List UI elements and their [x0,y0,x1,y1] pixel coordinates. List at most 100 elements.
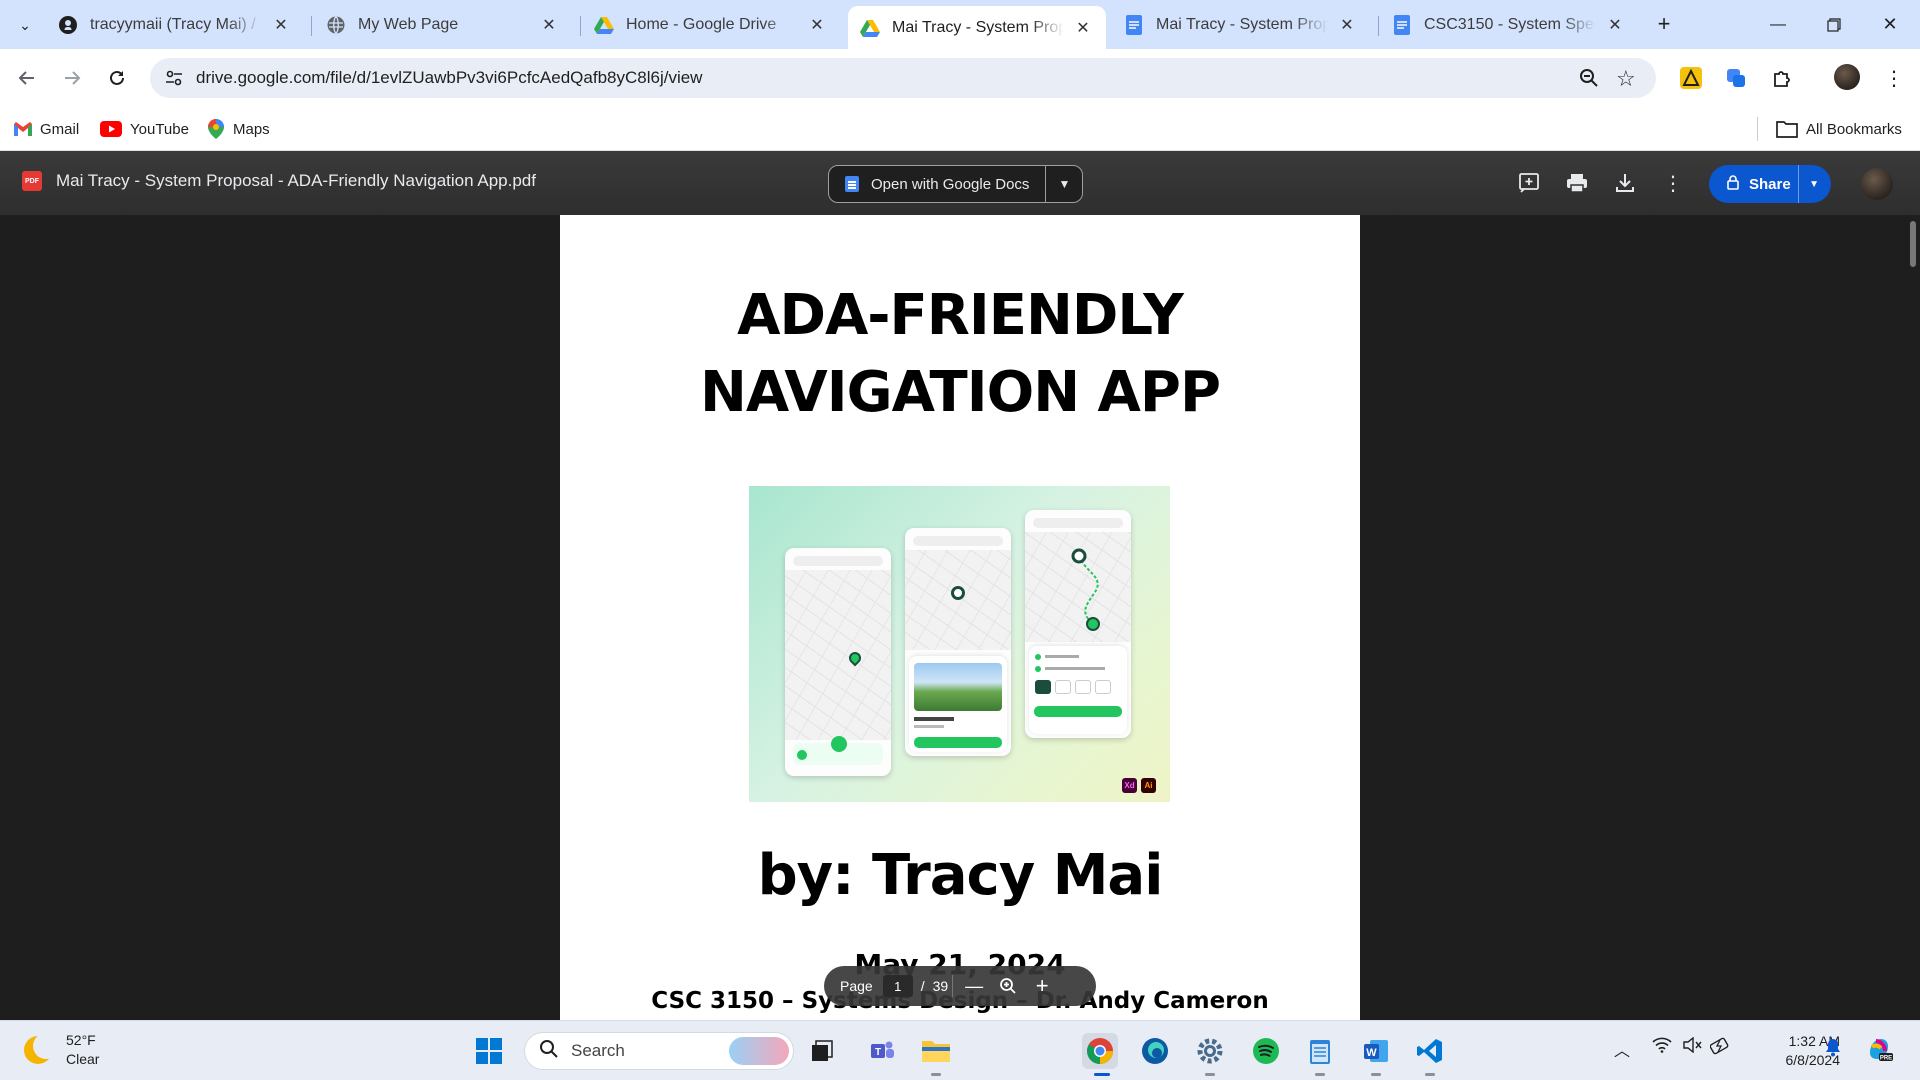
close-window-button[interactable]: ✕ [1862,0,1918,49]
show-hidden-icons-chevron[interactable]: ︿ [1614,1037,1630,1061]
profile-avatar[interactable] [1834,64,1860,90]
gmail-icon [14,120,32,138]
wifi-icon[interactable] [1652,1037,1672,1058]
google-docs-icon [1124,15,1144,35]
close-icon[interactable]: ✕ [270,14,292,36]
arrow-right-icon [65,71,81,85]
account-avatar[interactable] [1861,168,1893,200]
volume-muted-icon[interactable] [1682,1036,1702,1058]
all-bookmarks[interactable]: All Bookmarks [1776,117,1902,141]
tab-title: tracyymaii (Tracy Mai) / Ma [90,16,262,33]
close-icon[interactable]: ✕ [1336,14,1358,36]
task-view-icon[interactable] [804,1033,840,1069]
notification-bell-icon[interactable] [1824,1037,1842,1062]
chrome-icon[interactable] [1082,1033,1118,1069]
pdf-file-icon: PDF [22,171,42,191]
tab-system-proposal-pdf[interactable]: Mai Tracy - System Proposa ✕ [848,6,1106,49]
extensions-puzzle-icon[interactable] [1768,64,1796,92]
copilot-icon[interactable]: PRE [1864,1033,1894,1068]
tab-strip: ⌄ tracyymaii (Tracy Mai) / Ma ✕ My Web P… [0,0,1920,49]
tab-my-web-page[interactable]: My Web Page ✕ [314,8,572,42]
tab-title: CSC3150 - System Specific [1424,16,1596,33]
close-icon[interactable]: ✕ [806,14,828,36]
bookmark-maps[interactable]: Maps [207,117,270,141]
tab-title: Home - Google Drive [626,16,777,33]
tab-system-specification-doc[interactable]: CSC3150 - System Specific ✕ [1380,8,1638,42]
scrollbar-thumb[interactable] [1910,221,1916,267]
phone-mockup-route [1025,510,1131,738]
back-button[interactable] [10,61,44,95]
battery-charging-icon[interactable] [1709,1037,1732,1060]
close-icon[interactable]: ✕ [538,14,560,36]
bookmark-gmail[interactable]: Gmail [14,117,79,141]
taskbar-search[interactable]: Search [524,1032,794,1070]
weather-widget[interactable]: 52°F Clear [24,1031,99,1069]
windows-taskbar: 52°F Clear Search T W ︿ 1:32 AM 6/8/2024… [0,1020,1920,1080]
file-explorer-icon[interactable] [918,1033,954,1069]
teams-icon[interactable]: T [864,1033,900,1069]
more-menu-icon[interactable]: ⋮ [1880,64,1908,92]
open-with-dropdown-icon[interactable]: ▼ [1046,177,1082,191]
zoom-out-button[interactable]: — [957,976,991,997]
page-navigation-pill: Page 1 / 39 — + [824,966,1096,1006]
pdf-viewport[interactable]: ADA-FRIENDLY NAVIGATION APP Xd Ai by: Tr… [0,215,1920,1020]
viewer-scrollbar[interactable] [1906,215,1920,1020]
extension-blue-icon[interactable] [1722,64,1750,92]
tab-title: Mai Tracy - System Proposa [892,18,1064,36]
tab-system-proposal-doc[interactable]: Mai Tracy - System Proposa ✕ [1112,8,1370,42]
open-with-google-docs-button[interactable]: Open with Google Docs ▼ [828,165,1084,203]
adobe-xd-icon: Xd [1122,778,1137,793]
bookmark-star-icon[interactable]: ☆ [1616,66,1636,92]
windows-start-icon[interactable] [471,1033,507,1069]
current-page-input[interactable]: 1 [882,975,913,997]
tab-title: My Web Page [358,16,459,33]
notepad-icon[interactable] [1302,1033,1338,1069]
download-icon[interactable] [1611,169,1639,197]
share-button[interactable]: Share ▼ [1709,165,1831,203]
spotify-icon[interactable] [1248,1033,1284,1069]
settings-gear-icon[interactable] [1192,1033,1228,1069]
address-bar[interactable]: drive.google.com/file/d/1evlZUawbPv3vi6P… [150,58,1656,98]
search-icon [539,1039,559,1064]
total-pages: 39 [932,978,949,994]
vscode-icon[interactable] [1412,1033,1448,1069]
search-highlight-icon [729,1037,789,1065]
share-dropdown-icon[interactable]: ▼ [1798,165,1819,203]
more-actions-icon[interactable]: ⋮ [1659,169,1687,197]
close-icon[interactable]: ✕ [1072,17,1094,39]
reload-button[interactable] [100,61,134,95]
url-text[interactable]: drive.google.com/file/d/1evlZUawbPv3vi6P… [196,68,702,88]
add-comment-icon[interactable] [1515,169,1543,197]
close-icon[interactable]: ✕ [1604,14,1626,36]
word-icon[interactable]: W [1358,1033,1394,1069]
pdf-viewer-header: PDF Mai Tracy - System Proposal - ADA-Fr… [0,151,1920,215]
forward-button[interactable] [55,61,89,95]
adobe-illustrator-icon: Ai [1141,778,1156,793]
bookmark-label: Gmail [40,120,80,138]
extension-warning-icon[interactable] [1677,64,1705,92]
arrow-left-icon [18,71,34,85]
weather-temperature: 52°F [66,1032,96,1048]
folder-icon [1776,120,1798,138]
page-separator: / [920,978,925,994]
minimize-button[interactable]: — [1750,0,1806,49]
github-icon [58,15,78,35]
new-tab-button[interactable]: + [1650,10,1678,38]
share-label: Share [1749,175,1791,193]
edge-icon[interactable] [1137,1033,1173,1069]
site-info-icon[interactable] [164,68,184,93]
zoom-icon[interactable] [1578,67,1600,94]
cover-image: Xd Ai [749,486,1170,802]
svg-text:PRE: PRE [1880,1056,1892,1062]
zoom-in-button[interactable]: + [1025,973,1059,999]
bookmark-youtube[interactable]: YouTube [100,117,189,141]
tab-search-chevron-icon[interactable]: ⌄ [10,10,40,40]
tab-github[interactable]: tracyymaii (Tracy Mai) / Ma ✕ [46,8,304,42]
phone-mockup-place-details [905,528,1011,756]
document-title-line-2: NAVIGATION APP [700,360,1221,425]
restore-button[interactable] [1806,0,1862,49]
tab-google-drive-home[interactable]: Home - Google Drive ✕ [582,8,840,42]
svg-text:T: T [875,1047,881,1058]
print-icon[interactable] [1563,169,1591,197]
zoom-icon[interactable] [991,977,1025,995]
